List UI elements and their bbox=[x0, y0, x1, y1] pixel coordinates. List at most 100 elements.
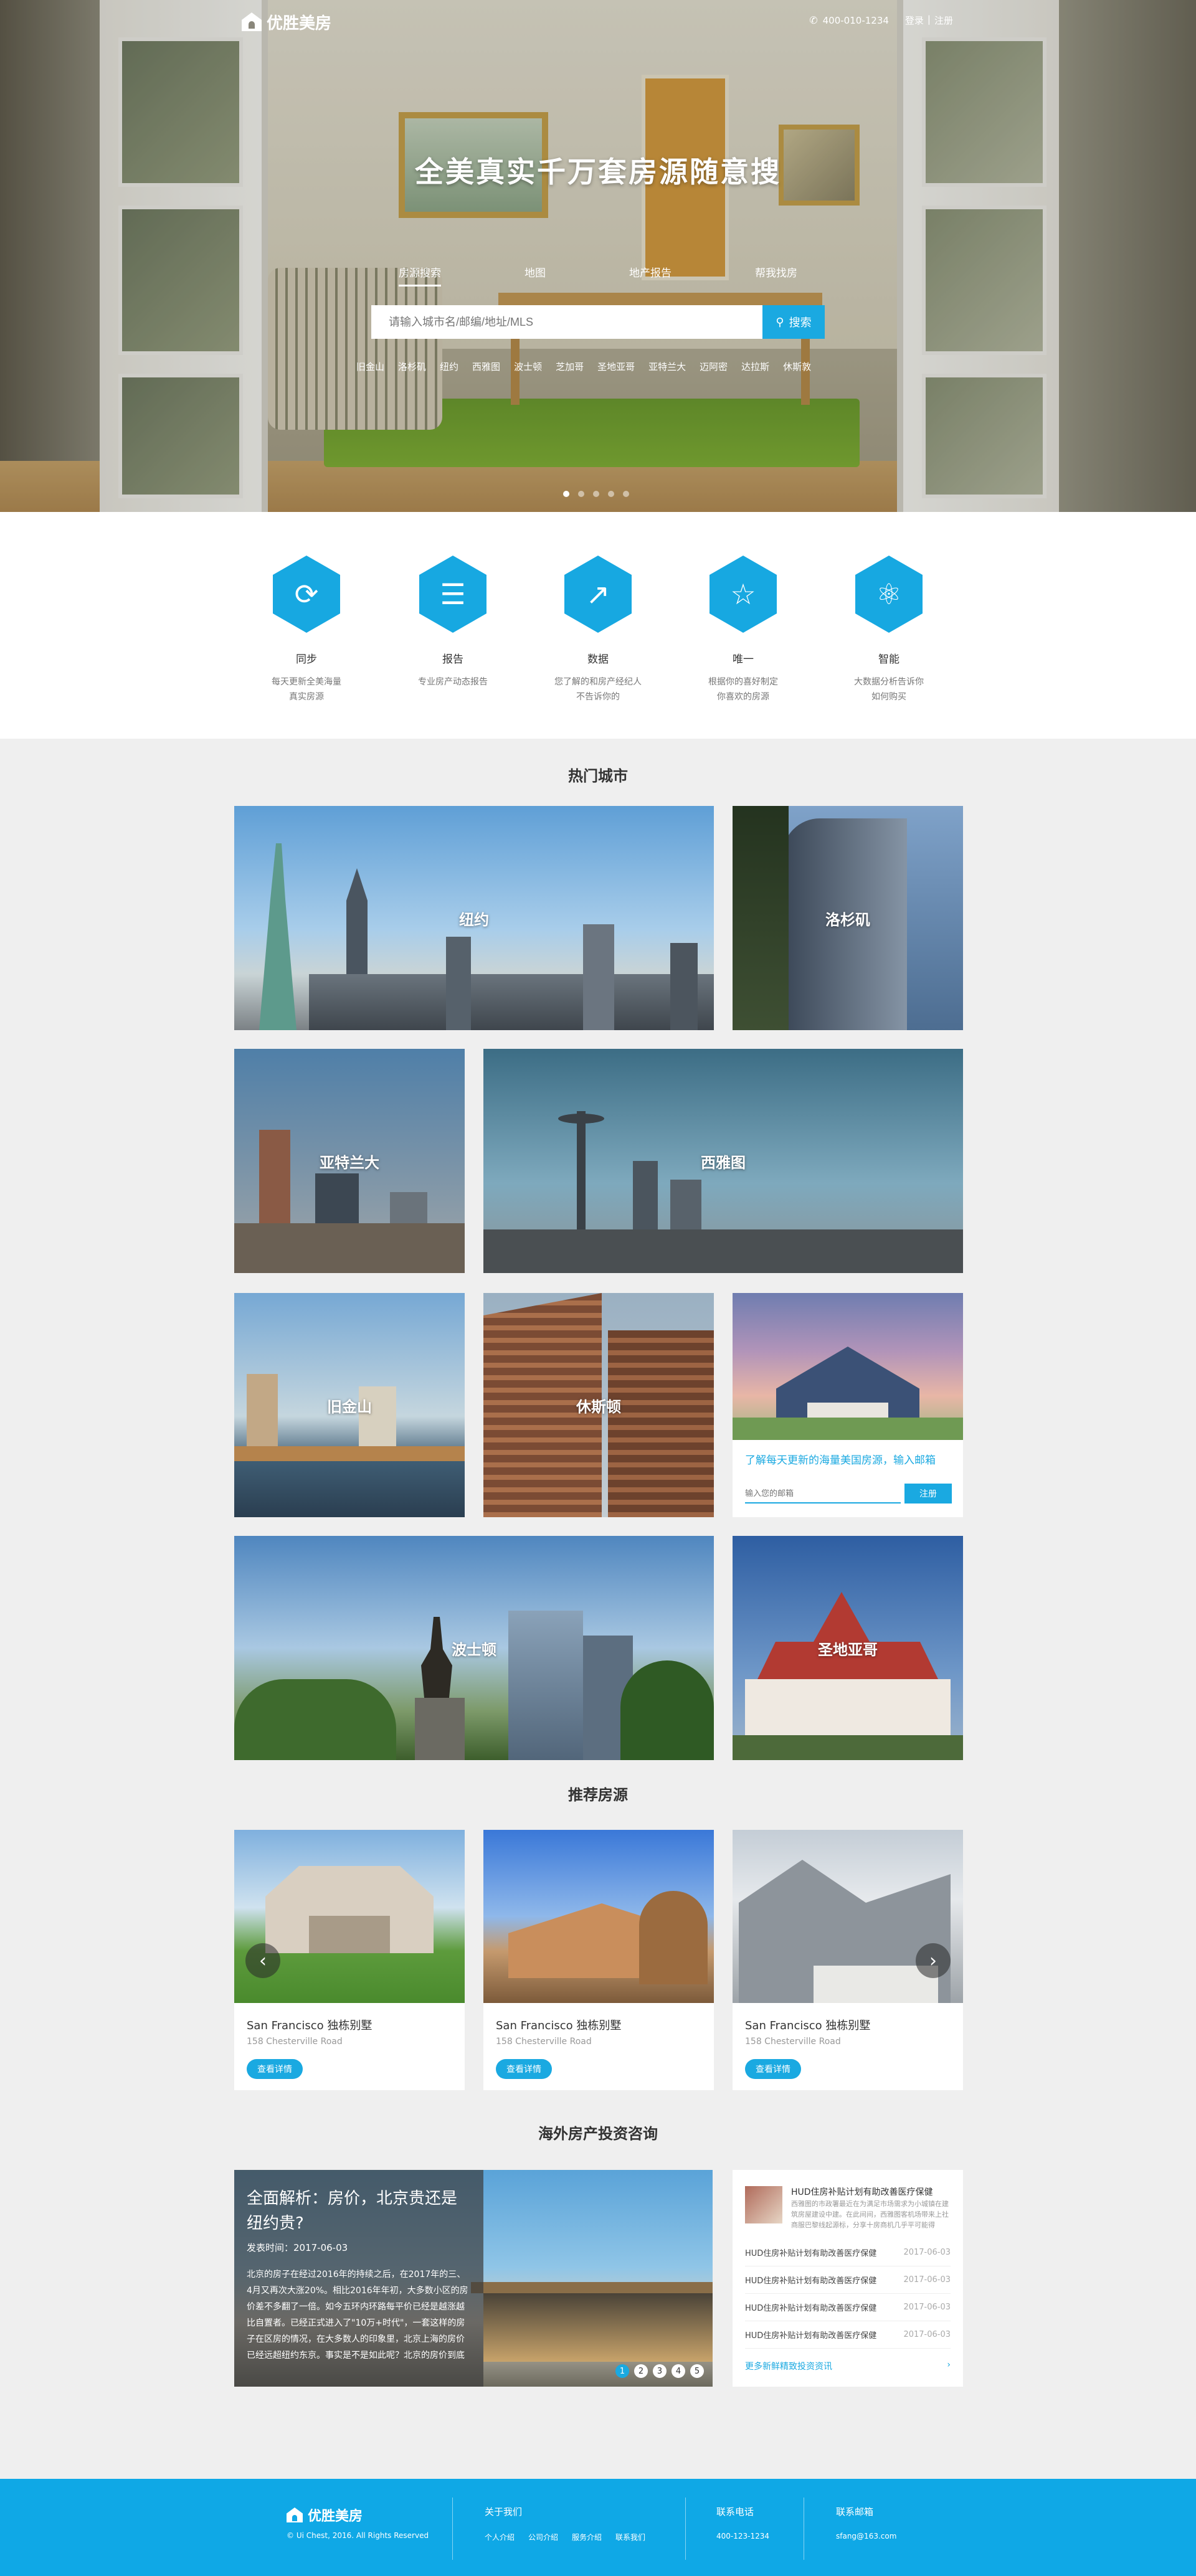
email-title: 联系邮箱 bbox=[836, 2506, 874, 2517]
recommended-title: 推荐房源 bbox=[568, 1786, 628, 1804]
more-news-label: 更多新鲜精致投资资讯 bbox=[745, 2362, 832, 2372]
property-card[interactable]: San Francisco 独栋别墅 158 Chesterville Road… bbox=[483, 1830, 714, 2090]
news-title: HUD住房补贴计划有助改善医疗保健 bbox=[745, 2331, 877, 2341]
page-dot[interactable]: 1 bbox=[615, 2364, 629, 2378]
search-icon: ⚲ bbox=[776, 315, 784, 328]
next-arrow-icon[interactable]: › bbox=[916, 1943, 951, 1978]
carousel-dot[interactable] bbox=[623, 491, 629, 497]
chart-icon: ↗ bbox=[564, 556, 632, 633]
city-link[interactable]: 旧金山 bbox=[356, 360, 384, 373]
footer-phone-number: 400-123-1234 bbox=[716, 2532, 770, 2540]
property-title: San Francisco 独栋别墅 bbox=[745, 2019, 871, 2032]
site-logo[interactable]: 优胜美房 bbox=[242, 11, 332, 33]
logo-text: 优胜美房 bbox=[267, 14, 332, 33]
city-link[interactable]: 亚特兰大 bbox=[648, 360, 686, 373]
tab-report[interactable]: 地产报告 bbox=[629, 264, 672, 286]
footer-divider bbox=[685, 2498, 686, 2560]
city-tile-new-york[interactable]: 纽约 bbox=[234, 806, 714, 1030]
page-dot[interactable]: 3 bbox=[653, 2364, 667, 2378]
footer-link[interactable]: 个人介绍 bbox=[485, 2532, 515, 2542]
feature-title: 数据 bbox=[587, 653, 609, 666]
city-link[interactable]: 洛杉矶 bbox=[398, 360, 426, 373]
feature-item: ⟳ 同步 每天更新全美海量 真实房源 bbox=[244, 556, 369, 704]
news-item[interactable]: HUD住房补贴计划有助改善医疗保健 2017-06-03 bbox=[745, 2294, 951, 2321]
feature-item: ↗ 数据 您了解的和房产经纪人 不告诉你的 bbox=[536, 556, 660, 704]
city-tile-houston[interactable]: 休斯顿 bbox=[483, 1293, 714, 1517]
city-tile-atlanta[interactable]: 亚特兰大 bbox=[234, 1049, 465, 1273]
view-details-button[interactable]: 查看详情 bbox=[247, 2059, 303, 2079]
footer-about: 关于我们 个人介绍 公司介绍 服务介绍 联系我们 bbox=[485, 2505, 645, 2542]
city-link[interactable]: 圣地亚哥 bbox=[597, 360, 635, 373]
copyright: © Ui Chest, 2016. All Rights Reserved bbox=[287, 2531, 429, 2540]
city-link[interactable]: 纽约 bbox=[440, 360, 458, 373]
city-tile-san-francisco[interactable]: 旧金山 bbox=[234, 1293, 465, 1517]
footer-link[interactable]: 公司介绍 bbox=[528, 2532, 558, 2542]
page-dot[interactable]: 2 bbox=[634, 2364, 648, 2378]
site-footer: 优胜美房 © Ui Chest, 2016. All Rights Reserv… bbox=[0, 2479, 1196, 2576]
search-input[interactable] bbox=[371, 305, 762, 339]
city-link[interactable]: 芝加哥 bbox=[556, 360, 584, 373]
news-item[interactable]: HUD住房补贴计划有助改善医疗保健 2017-06-03 bbox=[745, 2239, 951, 2266]
footer-divider bbox=[452, 2498, 453, 2560]
city-link[interactable]: 达拉斯 bbox=[741, 360, 769, 373]
view-details-button[interactable]: 查看详情 bbox=[496, 2059, 552, 2079]
email-input[interactable] bbox=[745, 1484, 901, 1503]
quick-city-links: 旧金山 洛杉矶 纽约 西雅图 波士顿 芝加哥 圣地亚哥 亚特兰大 迈阿密 达拉斯… bbox=[356, 360, 811, 373]
search-button[interactable]: ⚲ 搜索 bbox=[762, 305, 825, 339]
city-tile-san-diego[interactable]: 圣地亚哥 bbox=[733, 1536, 963, 1760]
login-link[interactable]: 登录 bbox=[905, 14, 924, 27]
top-news[interactable]: HUD住房补贴计划有助改善医疗保健 西雅图的市政署最近在为满足市场需求为小城镇在… bbox=[745, 2186, 951, 2230]
carousel-dot[interactable] bbox=[563, 491, 569, 497]
city-tile-boston[interactable]: 波士顿 bbox=[234, 1536, 714, 1760]
tab-map[interactable]: 地图 bbox=[524, 264, 546, 286]
city-tile-seattle[interactable]: 西雅图 bbox=[483, 1049, 963, 1273]
feature-title: 唯一 bbox=[733, 653, 754, 666]
property-address: 158 Chesterville Road bbox=[745, 2037, 841, 2047]
property-address: 158 Chesterville Road bbox=[247, 2037, 343, 2047]
about-title: 关于我们 bbox=[485, 2506, 523, 2517]
view-details-button[interactable]: 查看详情 bbox=[745, 2059, 801, 2079]
footer-brand: 优胜美房 © Ui Chest, 2016. All Rights Reserv… bbox=[287, 2505, 429, 2540]
news-date: 2017-06-03 bbox=[903, 2248, 951, 2257]
feature-desc: 每天更新全美海量 真实房源 bbox=[272, 677, 341, 702]
news-list: HUD住房补贴计划有助改善医疗保健 西雅图的市政署最近在为满足市场需求为小城镇在… bbox=[733, 2170, 963, 2387]
news-item[interactable]: HUD住房补贴计划有助改善医疗保健 2017-06-03 bbox=[745, 2321, 951, 2349]
footer-email-address[interactable]: sfang@163.com bbox=[836, 2532, 896, 2540]
city-label: 休斯顿 bbox=[576, 1398, 621, 1416]
footer-email: 联系邮箱 sfang@163.com bbox=[836, 2505, 896, 2540]
register-button[interactable]: 注册 bbox=[904, 1484, 952, 1503]
news-title: HUD住房补贴计划有助改善医疗保健 bbox=[745, 2249, 877, 2258]
carousel-dots bbox=[563, 491, 629, 497]
top-news-desc: 西雅图的市政署最近在为满足市场需求为小城镇在建筑房屋建设中建。在此间间，西雅图客… bbox=[791, 2200, 949, 2229]
news-title: HUD住房补贴计划有助改善医疗保健 bbox=[745, 2276, 877, 2286]
footer-link[interactable]: 联系我们 bbox=[615, 2532, 645, 2542]
city-link[interactable]: 迈阿密 bbox=[700, 360, 728, 373]
report-icon: ☰ bbox=[419, 556, 486, 633]
page-dot[interactable]: 5 bbox=[690, 2364, 704, 2378]
phone-icon: ✆ bbox=[809, 14, 818, 26]
footer-link[interactable]: 服务介绍 bbox=[572, 2532, 602, 2542]
carousel-dot[interactable] bbox=[578, 491, 584, 497]
feature-title: 报告 bbox=[442, 653, 463, 666]
more-news-link[interactable]: 更多新鲜精致投资资讯 › bbox=[745, 2360, 951, 2372]
article-title[interactable]: 全面解析：房价，北京贵还是纽约贵? bbox=[247, 2186, 471, 2236]
city-link[interactable]: 西雅图 bbox=[472, 360, 500, 373]
top-news-title: HUD住房补贴计划有助改善医疗保健 bbox=[791, 2187, 933, 2197]
prev-arrow-icon[interactable]: ‹ bbox=[245, 1943, 280, 1978]
city-tile-los-angeles[interactable]: 洛杉矶 bbox=[733, 806, 963, 1030]
article-date: 发表时间：2017-06-03 bbox=[247, 2242, 348, 2253]
feature-item: ☰ 报告 专业房产动态报告 bbox=[391, 556, 515, 689]
tab-house-search[interactable]: 房源搜索 bbox=[399, 264, 441, 286]
register-link[interactable]: 注册 bbox=[934, 14, 953, 27]
tab-find-home[interactable]: 帮我找房 bbox=[755, 264, 797, 286]
news-item[interactable]: HUD住房补贴计划有助改善医疗保健 2017-06-03 bbox=[745, 2266, 951, 2294]
consulting-title: 海外房产投资咨询 bbox=[538, 2125, 658, 2143]
carousel-dot[interactable] bbox=[593, 491, 599, 497]
city-label: 旧金山 bbox=[327, 1398, 372, 1416]
page-dot[interactable]: 4 bbox=[672, 2364, 685, 2378]
featured-article[interactable]: 全面解析：房价，北京贵还是纽约贵? 发表时间：2017-06-03 北京的房子在… bbox=[234, 2170, 713, 2387]
city-link[interactable]: 休斯敦 bbox=[783, 360, 811, 373]
article-body: 北京的房子在经过2016年的持续之后，在2017年的三、4月又再次大涨20%。相… bbox=[247, 2270, 468, 2361]
city-link[interactable]: 波士顿 bbox=[514, 360, 542, 373]
carousel-dot[interactable] bbox=[608, 491, 614, 497]
